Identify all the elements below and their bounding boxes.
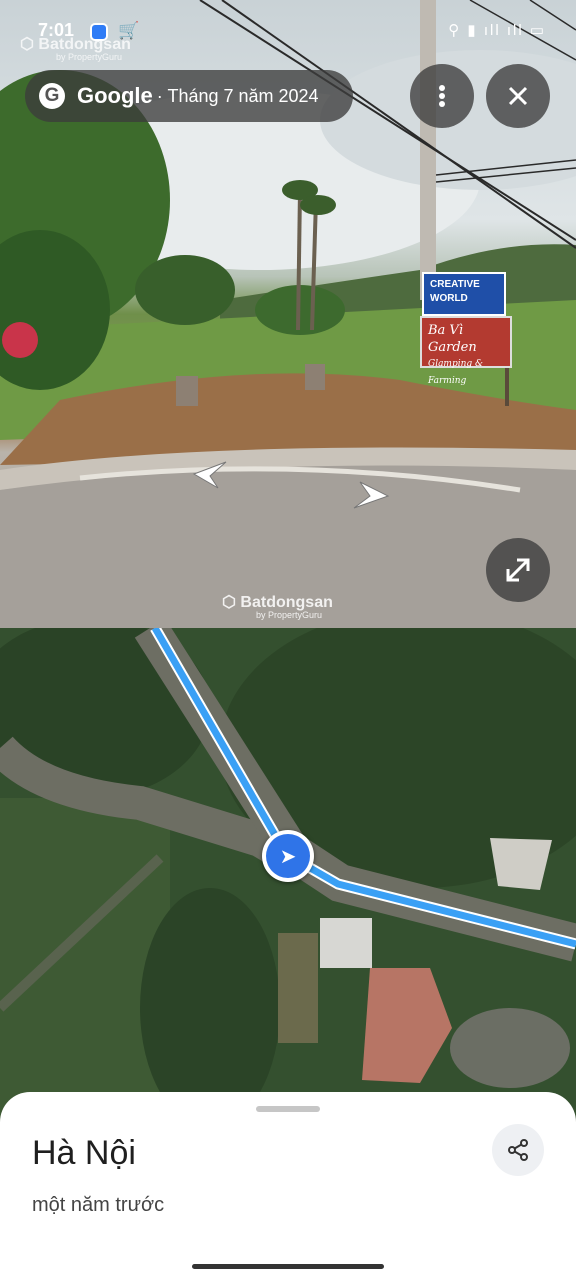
- street-view-panel[interactable]: 7:01 🛒 ⚲ ▮ ıll ıll ▭ ⬡ Batdongsan by Pro…: [0, 0, 576, 628]
- brand-label: Google: [77, 83, 153, 108]
- sign-red-line1: Ba Vì Garden: [428, 323, 477, 355]
- more-vert-icon: [439, 85, 445, 107]
- sign-text-line1: CREATIVE: [430, 279, 480, 290]
- navigate-left-arrow-icon[interactable]: [188, 460, 228, 490]
- watermark-logo-icon: ⬡: [20, 36, 39, 53]
- capture-date: · Tháng 7 năm 2024: [156, 85, 319, 106]
- watermark-center-text: Batdongsan: [240, 594, 333, 611]
- expand-icon: [506, 558, 530, 582]
- share-icon: [508, 1139, 528, 1161]
- navigation-arrow-icon: ➤: [266, 834, 310, 878]
- close-button[interactable]: [486, 64, 550, 128]
- watermark-subtext: by PropertyGuru: [56, 52, 123, 62]
- home-indicator[interactable]: [192, 1264, 384, 1269]
- more-options-button[interactable]: [410, 64, 474, 128]
- google-g-icon: G: [39, 83, 65, 109]
- location-marker[interactable]: ➤: [262, 830, 314, 882]
- place-title: Hà Nội: [32, 1134, 136, 1172]
- place-subtitle: một năm trước: [32, 1194, 165, 1216]
- watermark-center-subtext: by PropertyGuru: [256, 610, 323, 620]
- watermark: ⬡ Batdongsan by PropertyGuru: [20, 34, 131, 62]
- share-button[interactable]: [492, 1124, 544, 1176]
- place-bottom-sheet[interactable]: Hà Nội một năm trước: [0, 1092, 576, 1280]
- watermark-text: Batdongsan: [38, 36, 131, 53]
- sign-text-line2: WORLD: [430, 293, 468, 304]
- creative-world-sign: CREATIVE WORLD: [422, 272, 506, 316]
- satellite-imagery: [0, 628, 576, 1148]
- status-icons: ⚲ ▮ ıll ıll ▭: [448, 22, 546, 39]
- watermark-center: ⬡ Batdongsan by PropertyGuru: [222, 592, 333, 620]
- imagery-title-pill: G Google · Tháng 7 năm 2024: [25, 70, 353, 122]
- navigate-right-arrow-icon[interactable]: [350, 480, 390, 510]
- expand-button[interactable]: [486, 538, 550, 602]
- close-icon: [508, 86, 528, 106]
- watermark-logo-icon: ⬡: [222, 594, 241, 611]
- drag-handle[interactable]: [256, 1106, 320, 1112]
- sign-red-line2: Glamping & Farming: [428, 359, 484, 386]
- garden-sign: Ba Vì Garden Glamping & Farming: [420, 316, 512, 386]
- satellite-map[interactable]: ➤: [0, 628, 576, 1148]
